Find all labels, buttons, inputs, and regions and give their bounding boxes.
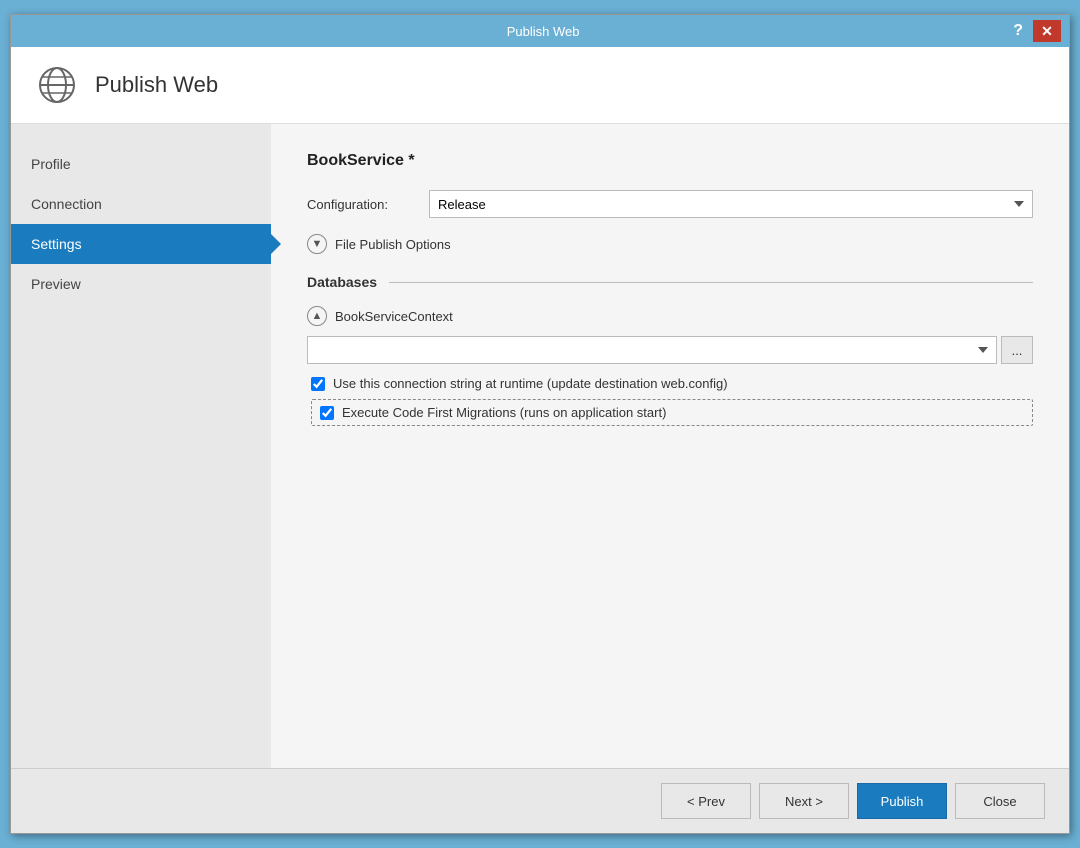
use-connection-string-label: Use this connection string at runtime (u… xyxy=(333,376,728,391)
prev-button[interactable]: < Prev xyxy=(661,783,751,819)
execute-migrations-checkbox[interactable] xyxy=(320,406,334,420)
use-connection-string-checkbox[interactable] xyxy=(311,377,325,391)
globe-icon xyxy=(35,63,79,107)
title-bar: Publish Web ? ✕ xyxy=(11,15,1069,47)
sidebar-item-preview[interactable]: Preview xyxy=(11,264,271,304)
next-button[interactable]: Next > xyxy=(759,783,849,819)
db-connection-select[interactable] xyxy=(307,336,997,364)
db-context-expand-icon: ▲ xyxy=(307,306,327,326)
header-title: Publish Web xyxy=(95,72,218,98)
main-window: Publish Web ? ✕ Publish Web Profile Co xyxy=(10,14,1070,834)
header-bar: Publish Web xyxy=(11,47,1069,124)
configuration-label: Configuration: xyxy=(307,197,417,212)
execute-migrations-row: Execute Code First Migrations (runs on a… xyxy=(311,399,1033,426)
sidebar-item-connection[interactable]: Connection xyxy=(11,184,271,224)
help-button[interactable]: ? xyxy=(1007,20,1029,42)
databases-section: Databases ▲ BookServiceContext ... xyxy=(307,274,1033,426)
db-connection-row: ... xyxy=(307,336,1033,364)
use-connection-string-row: Use this connection string at runtime (u… xyxy=(311,376,1033,391)
footer-bar: < Prev Next > Publish Close xyxy=(11,768,1069,833)
configuration-row: Configuration: Release Debug xyxy=(307,190,1033,218)
sidebar: Profile Connection Settings Preview xyxy=(11,124,271,768)
databases-divider xyxy=(389,282,1033,283)
title-bar-controls: ? ✕ xyxy=(1007,20,1061,42)
databases-header: Databases xyxy=(307,274,1033,290)
window-title: Publish Web xyxy=(79,24,1007,39)
db-context-label: BookServiceContext xyxy=(335,309,453,324)
execute-migrations-label: Execute Code First Migrations (runs on a… xyxy=(342,405,666,420)
section-title: BookService * xyxy=(307,152,1033,170)
content-area: BookService * Configuration: Release Deb… xyxy=(271,124,1069,768)
main-content: Profile Connection Settings Preview Book… xyxy=(11,124,1069,768)
file-publish-options-label: File Publish Options xyxy=(335,237,451,252)
close-window-button[interactable]: ✕ xyxy=(1033,20,1061,42)
sidebar-item-settings[interactable]: Settings xyxy=(11,224,271,264)
close-button[interactable]: Close xyxy=(955,783,1045,819)
databases-label: Databases xyxy=(307,274,377,290)
configuration-select[interactable]: Release Debug xyxy=(429,190,1033,218)
file-publish-collapse-icon: ▼ xyxy=(307,234,327,254)
file-publish-options-header[interactable]: ▼ File Publish Options xyxy=(307,234,1033,254)
db-context-header[interactable]: ▲ BookServiceContext xyxy=(307,306,1033,326)
db-browse-button[interactable]: ... xyxy=(1001,336,1033,364)
sidebar-item-profile[interactable]: Profile xyxy=(11,144,271,184)
publish-button[interactable]: Publish xyxy=(857,783,947,819)
